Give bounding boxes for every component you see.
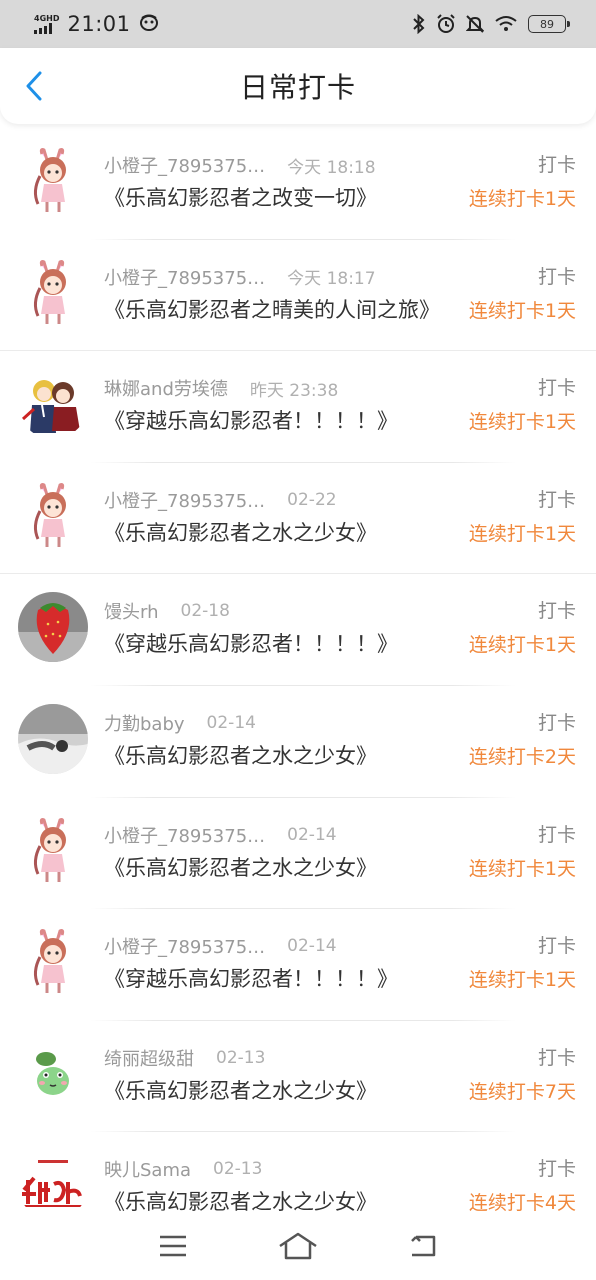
work-title[interactable]: 《穿越乐高幻影忍者！！！！》 — [104, 405, 398, 435]
checkin-time: 昨天 23:38 — [249, 380, 339, 401]
home-button[interactable] — [274, 1222, 322, 1270]
streak-label: 连续打卡1天 — [468, 411, 576, 434]
user-name[interactable]: 力勤baby — [104, 710, 185, 736]
status-bar: 4GHD 21:01 89 — [0, 0, 596, 48]
streak-label: 连续打卡1天 — [468, 857, 576, 880]
work-title[interactable]: 《穿越乐高幻影忍者！！！！》 — [104, 963, 398, 993]
menu-button[interactable] — [149, 1222, 197, 1270]
avatar-strawberry[interactable] — [18, 592, 88, 663]
bluetooth-icon — [412, 14, 426, 34]
back-button[interactable] — [18, 70, 50, 102]
avatar-grey-photo[interactable] — [18, 703, 88, 774]
user-name[interactable]: 小橙子_7895375… — [104, 933, 265, 959]
battery-level: 89 — [540, 17, 554, 31]
streak-label: 连续打卡7天 — [468, 1080, 576, 1103]
page-title: 日常打卡 — [239, 71, 356, 104]
work-title[interactable]: 《穿越乐高幻影忍者！！！！》 — [104, 628, 398, 658]
checkin-time: 02-18 — [180, 601, 230, 622]
work-title[interactable]: 《乐高幻影忍者之晴美的人间之旅》 — [104, 294, 440, 324]
user-name[interactable]: 馒头rh — [104, 598, 159, 624]
checkin-list: 小橙子_7895375… 今天 18:18 《乐高幻影忍者之改变一切》 打卡 连… — [0, 128, 596, 1244]
alarm-icon — [436, 14, 456, 34]
avatar-frog[interactable] — [18, 1038, 88, 1109]
checkin-tag: 打卡 — [537, 711, 576, 734]
signal-icon: 4GHD — [34, 13, 60, 34]
back-icon — [411, 1235, 436, 1257]
checkin-time: 02-13 — [216, 1047, 266, 1068]
list-item[interactable]: 小橙子_7895375… 今天 18:18 《乐高幻影忍者之改变一切》 打卡 连… — [0, 128, 596, 240]
user-name[interactable]: 映儿Sama — [104, 1156, 191, 1182]
title-bar: 日常打卡 — [0, 48, 596, 124]
work-title[interactable]: 《乐高幻影忍者之改变一切》 — [104, 182, 377, 212]
status-time: 21:01 — [67, 12, 131, 36]
avatar-red-text-logo[interactable] — [18, 1150, 88, 1221]
battery-icon: 89 — [528, 15, 570, 33]
avatar-anime-girl[interactable] — [18, 927, 88, 998]
user-name[interactable]: 绮丽超级甜 — [104, 1045, 194, 1071]
messenger-icon — [139, 13, 159, 35]
checkin-tag: 打卡 — [537, 1046, 576, 1069]
user-name[interactable]: 小橙子_7895375… — [104, 152, 265, 178]
user-name[interactable]: 小橙子_7895375… — [104, 264, 265, 290]
wifi-icon — [494, 15, 518, 33]
checkin-tag: 打卡 — [537, 823, 576, 846]
checkin-tag: 打卡 — [537, 488, 576, 511]
work-title[interactable]: 《乐高幻影忍者之水之少女》 — [104, 740, 377, 770]
list-item[interactable]: 小橙子_7895375… 02-22 《乐高幻影忍者之水之少女》 打卡 连续打卡… — [0, 463, 596, 575]
checkin-time: 02-13 — [213, 1159, 263, 1180]
avatar-anime-pair[interactable] — [18, 369, 88, 440]
menu-icon — [159, 1235, 186, 1257]
list-item[interactable]: 琳娜and劳埃德 昨天 23:38 《穿越乐高幻影忍者！！！！》 打卡 连续打卡… — [0, 351, 596, 463]
user-name[interactable]: 小橙子_7895375… — [104, 487, 265, 513]
avatar-anime-girl[interactable] — [18, 146, 88, 216]
system-nav-bar — [0, 1212, 596, 1280]
list-item[interactable]: 力勤baby 02-14 《乐高幻影忍者之水之少女》 打卡 连续打卡2天 — [0, 686, 596, 798]
streak-label: 连续打卡1天 — [468, 522, 576, 545]
work-title[interactable]: 《乐高幻影忍者之水之少女》 — [104, 517, 377, 547]
avatar-anime-girl[interactable] — [18, 257, 88, 328]
streak-label: 连续打卡1天 — [468, 299, 576, 322]
back-nav-button[interactable] — [399, 1222, 447, 1270]
streak-label: 连续打卡2天 — [468, 745, 576, 768]
checkin-tag: 打卡 — [537, 935, 576, 958]
user-name[interactable]: 小橙子_7895375… — [104, 822, 265, 848]
streak-label: 连续打卡1天 — [468, 188, 576, 210]
work-title[interactable]: 《乐高幻影忍者之水之少女》 — [104, 852, 377, 882]
checkin-tag: 打卡 — [537, 265, 576, 288]
list-item[interactable]: 绮丽超级甜 02-13 《乐高幻影忍者之水之少女》 打卡 连续打卡7天 — [0, 1021, 596, 1133]
list-item[interactable]: 馒头rh 02-18 《穿越乐高幻影忍者！！！！》 打卡 连续打卡1天 — [0, 574, 596, 686]
checkin-tag: 打卡 — [537, 1158, 576, 1181]
checkin-time: 02-14 — [287, 824, 337, 845]
user-name[interactable]: 琳娜and劳埃德 — [104, 375, 228, 401]
streak-label: 连续打卡1天 — [468, 634, 576, 657]
list-item[interactable]: 小橙子_7895375… 今天 18:17 《乐高幻影忍者之晴美的人间之旅》 打… — [0, 240, 596, 352]
mute-icon — [466, 14, 484, 34]
streak-label: 连续打卡1天 — [468, 969, 576, 992]
checkin-tag: 打卡 — [537, 600, 576, 623]
avatar-anime-girl[interactable] — [18, 480, 88, 551]
checkin-time: 02-22 — [287, 489, 337, 510]
checkin-tag: 打卡 — [537, 377, 576, 400]
list-item[interactable]: 小橙子_7895375… 02-14 《乐高幻影忍者之水之少女》 打卡 连续打卡… — [0, 798, 596, 910]
avatar-anime-girl[interactable] — [18, 815, 88, 886]
chevron-left-icon — [26, 71, 42, 101]
checkin-time: 02-14 — [206, 712, 256, 733]
work-title[interactable]: 《乐高幻影忍者之水之少女》 — [104, 1075, 377, 1105]
checkin-time: 今天 18:18 — [287, 157, 376, 178]
checkin-time: 今天 18:17 — [287, 269, 376, 290]
list-item[interactable]: 小橙子_7895375… 02-14 《穿越乐高幻影忍者！！！！》 打卡 连续打… — [0, 909, 596, 1021]
checkin-time: 02-14 — [287, 936, 337, 957]
network-type: 4GHD — [34, 13, 60, 23]
checkin-tag: 打卡 — [537, 154, 576, 176]
home-icon — [279, 1232, 317, 1260]
